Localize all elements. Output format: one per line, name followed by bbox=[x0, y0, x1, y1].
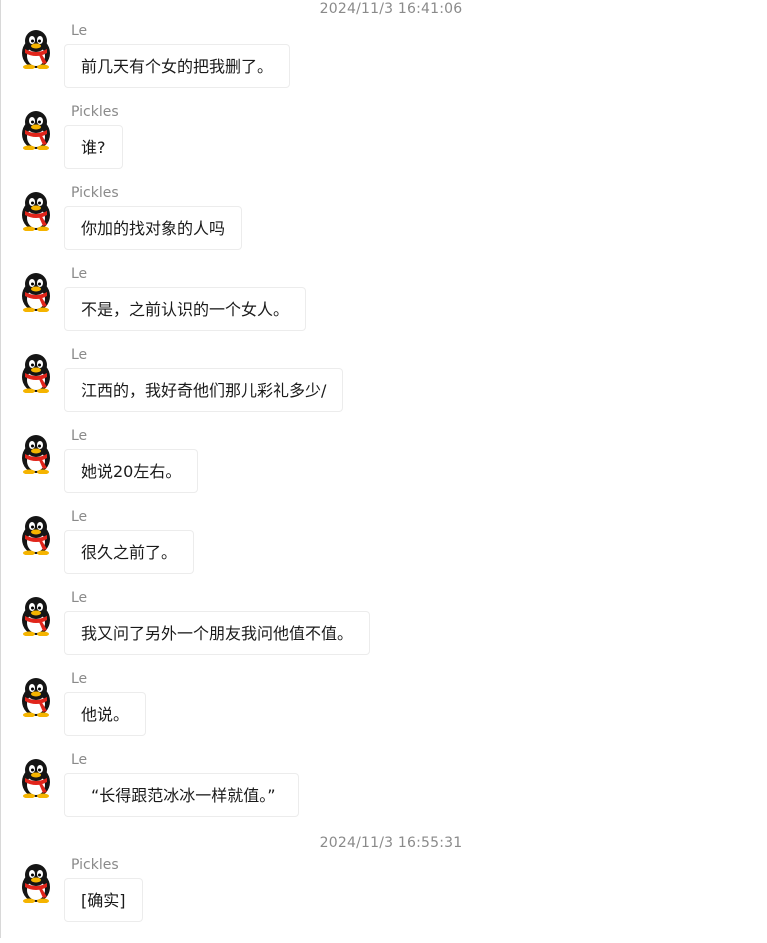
penguin-icon[interactable] bbox=[17, 191, 55, 231]
message-bubble[interactable]: 你加的找对象的人吗 bbox=[64, 206, 243, 250]
message-bubble[interactable]: [确实] bbox=[64, 878, 143, 922]
message-row: Le 不是，之前认识的一个女人。 bbox=[0, 266, 767, 352]
penguin-icon[interactable] bbox=[17, 596, 55, 636]
sender-name: Le bbox=[71, 428, 88, 444]
message-bubble[interactable]: 前几天有个女的把我删了。 bbox=[64, 44, 291, 88]
sender-name: Le bbox=[71, 752, 88, 768]
penguin-icon[interactable] bbox=[17, 110, 55, 150]
message-bubble[interactable]: 她说20左右。 bbox=[64, 449, 199, 493]
message-bubble[interactable]: 他说。 bbox=[64, 692, 147, 736]
message-row: Pickles 谁? bbox=[0, 104, 767, 190]
message-row: Le 我又问了另外一个朋友我问他值不值。 bbox=[0, 590, 767, 676]
message-row: Le “长得跟范冰冰一样就值。” bbox=[0, 752, 767, 838]
message-row: Le 江西的，我好奇他们那儿彩礼多少/ bbox=[0, 347, 767, 433]
sender-name: Le bbox=[71, 671, 88, 687]
penguin-icon[interactable] bbox=[17, 29, 55, 69]
sender-name: Le bbox=[71, 23, 88, 39]
penguin-icon[interactable] bbox=[17, 677, 55, 717]
message-bubble[interactable]: 很久之前了。 bbox=[64, 530, 195, 574]
message-row: Le 前几天有个女的把我删了。 bbox=[0, 23, 767, 109]
message-row: Le 她说20左右。 bbox=[0, 428, 767, 514]
timestamp: 2024/11/3 16:41:06 bbox=[319, 1, 463, 17]
penguin-icon[interactable] bbox=[17, 353, 55, 393]
penguin-icon[interactable] bbox=[17, 863, 55, 903]
message-bubble[interactable]: 江西的，我好奇他们那儿彩礼多少/ bbox=[64, 368, 344, 412]
message-row: Pickles [确实] bbox=[0, 857, 767, 943]
sender-name: Pickles bbox=[71, 857, 119, 873]
message-bubble[interactable]: “长得跟范冰冰一样就值。” bbox=[64, 773, 299, 817]
message-row: Le 他说。 bbox=[0, 671, 767, 757]
sender-name: Le bbox=[71, 590, 88, 606]
penguin-icon[interactable] bbox=[17, 272, 55, 312]
penguin-icon[interactable] bbox=[17, 434, 55, 474]
sender-name: Pickles bbox=[71, 185, 119, 201]
message-bubble[interactable]: 不是，之前认识的一个女人。 bbox=[64, 287, 307, 331]
message-row: Le 很久之前了。 bbox=[0, 509, 767, 595]
message-bubble[interactable]: 我又问了另外一个朋友我问他值不值。 bbox=[64, 611, 371, 655]
penguin-icon[interactable] bbox=[17, 758, 55, 798]
message-bubble[interactable]: 谁? bbox=[64, 125, 123, 169]
message-row: Pickles 你加的找对象的人吗 bbox=[0, 185, 767, 271]
sender-name: Le bbox=[71, 266, 88, 282]
timestamp: 2024/11/3 16:55:31 bbox=[319, 835, 463, 851]
sender-name: Pickles bbox=[71, 104, 119, 120]
penguin-icon[interactable] bbox=[17, 515, 55, 555]
sender-name: Le bbox=[71, 347, 88, 363]
sender-name: Le bbox=[71, 509, 88, 525]
